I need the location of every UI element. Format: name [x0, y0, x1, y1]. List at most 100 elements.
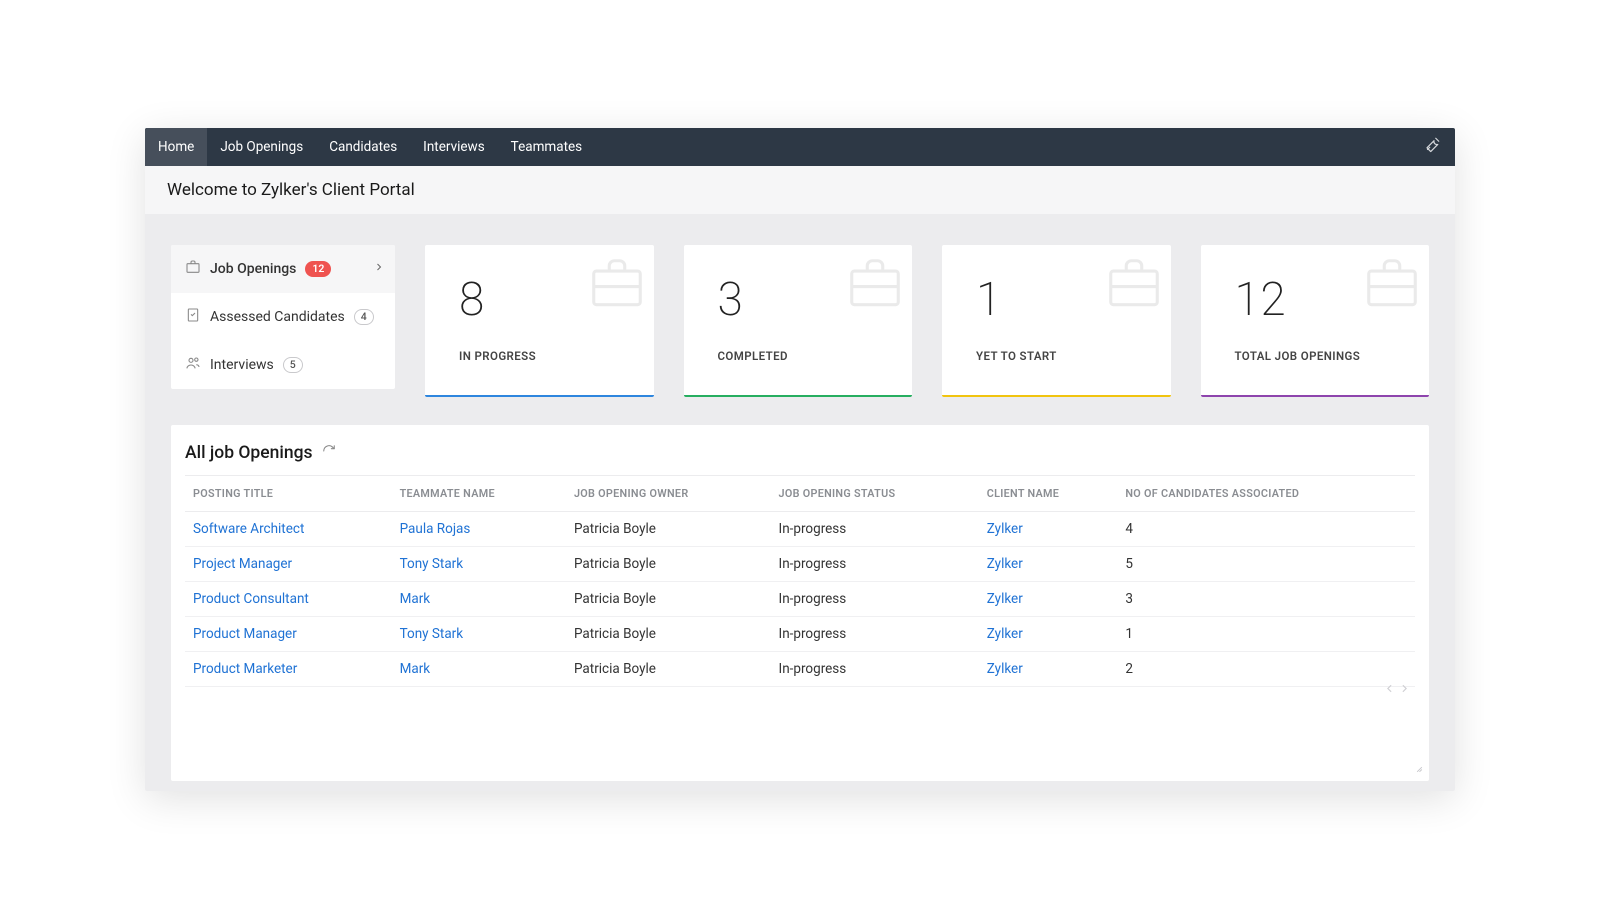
stat-card-in-progress[interactable]: 8IN PROGRESS: [425, 245, 654, 397]
sidebar-item-badge: 4: [354, 309, 374, 325]
pager-prev-icon[interactable]: [1383, 680, 1396, 699]
sidebar-item-label: Assessed Candidates: [210, 309, 345, 325]
app-frame: HomeJob OpeningsCandidatesInterviewsTeam…: [145, 128, 1455, 791]
cell-teammate-name-link[interactable]: Tony Stark: [400, 626, 464, 642]
cell-candidates-count: 5: [1117, 546, 1415, 581]
refresh-icon[interactable]: [322, 443, 336, 463]
cell-job-opening-status: In-progress: [771, 546, 979, 581]
openings-title: All job Openings: [185, 443, 313, 463]
cell-teammate-name[interactable]: Mark: [392, 581, 566, 616]
column-header[interactable]: JOB OPENING OWNER: [566, 475, 771, 511]
pager-next-icon[interactable]: [1398, 680, 1411, 699]
cell-teammate-name[interactable]: Tony Stark: [392, 616, 566, 651]
stat-underline: [684, 395, 913, 397]
settings-tools-icon[interactable]: [1423, 136, 1441, 158]
briefcase-icon: [586, 253, 648, 319]
cell-teammate-name-link[interactable]: Tony Stark: [400, 556, 464, 572]
cell-job-opening-owner: Patricia Boyle: [566, 651, 771, 686]
stat-underline: [425, 395, 654, 397]
cell-candidates-count: 4: [1117, 511, 1415, 546]
cell-candidates-count: 2: [1117, 651, 1415, 686]
cell-posting-title[interactable]: Project Manager: [185, 546, 392, 581]
stat-label: COMPLETED: [718, 349, 913, 363]
stat-underline: [1201, 395, 1430, 397]
cell-posting-title[interactable]: Product Manager: [185, 616, 392, 651]
cell-job-opening-owner: Patricia Boyle: [566, 511, 771, 546]
briefcase-icon: [1103, 253, 1165, 319]
stat-card-total-job-openings[interactable]: 12TOTAL JOB OPENINGS: [1201, 245, 1430, 397]
column-header[interactable]: POSTING TITLE: [185, 475, 392, 511]
cell-client-name-link[interactable]: Zylker: [987, 591, 1023, 607]
cell-job-opening-owner: Patricia Boyle: [566, 546, 771, 581]
stat-label: YET TO START: [976, 349, 1171, 363]
cell-job-opening-status: In-progress: [771, 511, 979, 546]
cell-client-name[interactable]: Zylker: [979, 546, 1118, 581]
sidebar-item-badge: 12: [305, 261, 331, 277]
cell-posting-title-link[interactable]: Product Consultant: [193, 591, 309, 607]
column-header[interactable]: JOB OPENING STATUS: [771, 475, 979, 511]
cell-client-name-link[interactable]: Zylker: [987, 556, 1023, 572]
stat-card-completed[interactable]: 3COMPLETED: [684, 245, 913, 397]
cell-client-name[interactable]: Zylker: [979, 651, 1118, 686]
nav-item-job-openings[interactable]: Job Openings: [207, 128, 316, 166]
cell-posting-title[interactable]: Product Marketer: [185, 651, 392, 686]
top-nav: HomeJob OpeningsCandidatesInterviewsTeam…: [145, 128, 1455, 166]
sidebar-item-icon: [185, 307, 201, 327]
sidebar-item-interviews[interactable]: Interviews 5: [171, 341, 395, 389]
cell-client-name-link[interactable]: Zylker: [987, 626, 1023, 642]
openings-table: POSTING TITLETEAMMATE NAMEJOB OPENING OW…: [185, 475, 1415, 687]
nav-item-home[interactable]: Home: [145, 128, 207, 166]
table-row: Product Marketer Mark Patricia BoyleIn-pro…: [185, 651, 1415, 686]
cell-posting-title[interactable]: Product Consultant: [185, 581, 392, 616]
column-header[interactable]: TEAMMATE NAME: [392, 475, 566, 511]
chevron-right-icon: [373, 261, 385, 277]
cell-job-opening-status: In-progress: [771, 651, 979, 686]
stat-label: TOTAL JOB OPENINGS: [1235, 349, 1430, 363]
cell-job-opening-status: In-progress: [771, 616, 979, 651]
cell-posting-title-link[interactable]: Product Manager: [193, 626, 297, 642]
cell-teammate-name-link[interactable]: Mark: [400, 661, 431, 677]
welcome-title: Welcome to Zylker's Client Portal: [145, 166, 1455, 215]
stat-card-yet-to-start[interactable]: 1YET TO START: [942, 245, 1171, 397]
table-row: Project Manager Tony Stark Patricia BoyleI…: [185, 546, 1415, 581]
resize-handle-icon[interactable]: [1409, 758, 1423, 777]
nav-item-interviews[interactable]: Interviews: [410, 128, 498, 166]
briefcase-icon: [844, 253, 906, 319]
table-row: Product ManagerTony StarkPatricia BoyleI…: [185, 616, 1415, 651]
cell-teammate-name[interactable]: Mark: [392, 651, 566, 686]
sidebar-item-badge: 5: [283, 357, 303, 373]
sidebar-item-assessed-candidates[interactable]: Assessed Candidates 4: [171, 293, 395, 341]
cell-job-opening-status: In-progress: [771, 581, 979, 616]
cell-client-name-link[interactable]: Zylker: [987, 521, 1023, 537]
cell-teammate-name-link[interactable]: Mark: [400, 591, 431, 607]
nav-item-teammates[interactable]: Teammates: [498, 128, 595, 166]
cell-job-opening-owner: Patricia Boyle: [566, 581, 771, 616]
pager: [1383, 680, 1411, 699]
sidebar-item-icon: [185, 355, 201, 375]
cell-client-name-link[interactable]: Zylker: [987, 661, 1023, 677]
cell-candidates-count: 3: [1117, 581, 1415, 616]
cell-teammate-name[interactable]: Paula Rojas: [392, 511, 566, 546]
cell-client-name[interactable]: Zylker: [979, 581, 1118, 616]
stats-row: 8IN PROGRESS3COMPLETED1YET TO START12TOT…: [425, 245, 1429, 397]
column-header[interactable]: NO OF CANDIDATES ASSOCIATED: [1117, 475, 1415, 511]
nav-item-candidates[interactable]: Candidates: [316, 128, 410, 166]
table-row: Product Consultant Mark Patricia BoyleIn-p…: [185, 581, 1415, 616]
sidebar-item-job-openings[interactable]: Job Openings 12: [171, 245, 395, 293]
content-area: Job Openings 12 Assessed Candidates 4 Interv…: [145, 215, 1455, 791]
cell-posting-title-link[interactable]: Product Marketer: [193, 661, 297, 677]
cell-client-name[interactable]: Zylker: [979, 511, 1118, 546]
sidebar-item-label: Job Openings: [210, 261, 296, 277]
stat-label: IN PROGRESS: [459, 349, 654, 363]
cell-posting-title[interactable]: Software Architect: [185, 511, 392, 546]
cell-teammate-name-link[interactable]: Paula Rojas: [400, 521, 471, 537]
cell-teammate-name[interactable]: Tony Stark: [392, 546, 566, 581]
cell-posting-title-link[interactable]: Project Manager: [193, 556, 292, 572]
sidebar-item-icon: [185, 259, 201, 279]
stat-underline: [942, 395, 1171, 397]
column-header[interactable]: CLIENT NAME: [979, 475, 1118, 511]
cell-client-name[interactable]: Zylker: [979, 616, 1118, 651]
sidebar-item-label: Interviews: [210, 357, 274, 373]
cell-posting-title-link[interactable]: Software Architect: [193, 521, 304, 537]
cell-candidates-count: 1: [1117, 616, 1415, 651]
